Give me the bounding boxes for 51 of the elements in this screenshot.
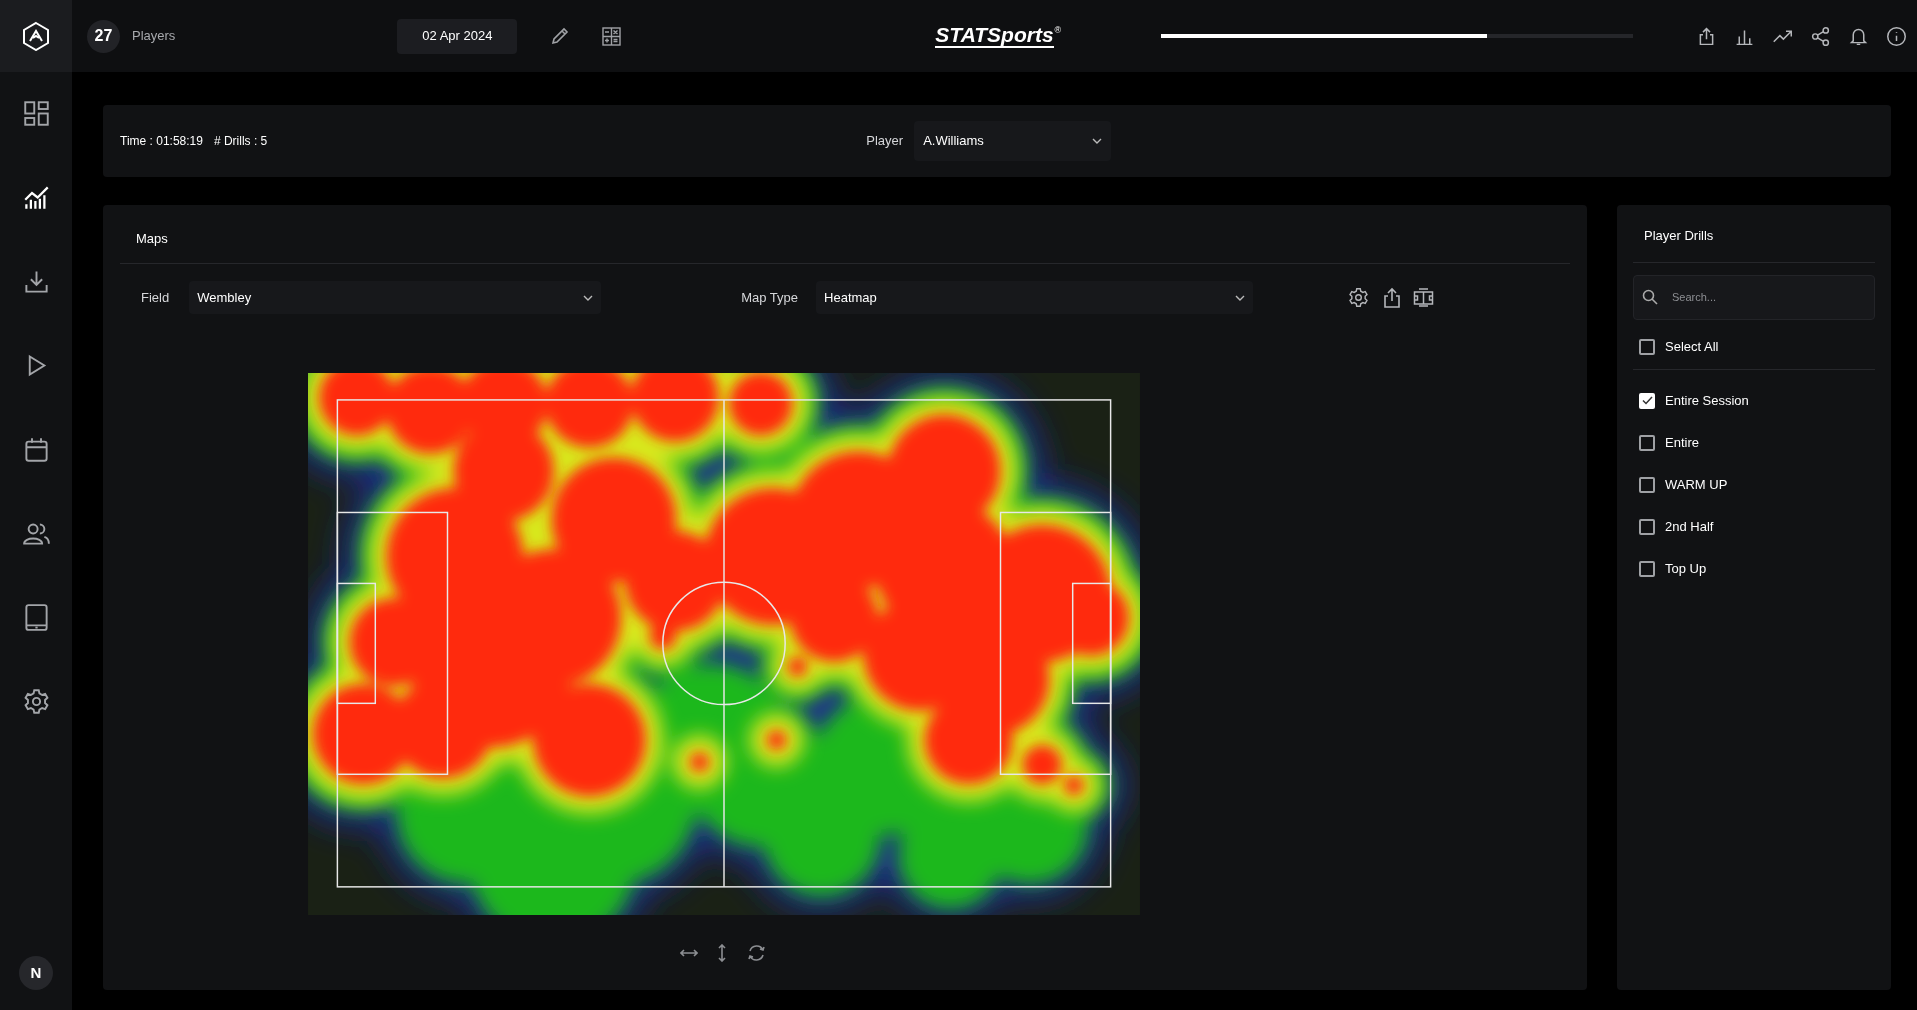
checkbox[interactable] (1639, 476, 1655, 493)
field-label: Field (141, 288, 170, 307)
chevron-down-icon (1092, 138, 1103, 144)
tablet-icon[interactable] (22, 604, 50, 631)
chevron-down-icon (583, 294, 594, 301)
share-icon[interactable] (1810, 25, 1831, 47)
download-icon[interactable] (22, 268, 50, 295)
checkbox[interactable] (1639, 560, 1655, 577)
settings-icon[interactable] (22, 688, 50, 715)
checkbox-label: Select All (1665, 337, 1719, 356)
hexagon-logo-icon (22, 21, 50, 51)
field-select[interactable]: Wembley (189, 281, 602, 314)
logo-text: STATSports (935, 24, 1054, 48)
dashboard-icon[interactable] (22, 100, 50, 127)
checkbox-label: WARM UP (1665, 475, 1728, 494)
player-count: 27 (87, 19, 120, 53)
checkbox-label: Entire Session (1665, 391, 1749, 410)
chevron-down-icon (1235, 294, 1246, 301)
checkbox[interactable] (1639, 392, 1655, 409)
info-icon[interactable] (1886, 25, 1907, 47)
checkbox-label: Top Up (1665, 559, 1707, 578)
checkbox-label: 2nd Half (1665, 517, 1714, 536)
checkbox-label: Entire (1665, 433, 1699, 452)
drill-count: # Drills : 5 (213, 133, 268, 150)
map-type-label: Map Type (741, 288, 799, 307)
search-icon (1642, 288, 1658, 305)
app-logo[interactable] (0, 0, 72, 72)
vertical-arrows-icon[interactable] (717, 943, 727, 962)
pencil-icon[interactable] (550, 26, 571, 46)
players-label: Players (132, 27, 176, 46)
horizontal-arrows-icon[interactable] (680, 947, 698, 958)
checkbox[interactable] (1639, 434, 1655, 451)
calculator-icon[interactable] (602, 26, 622, 46)
registered-mark: ® (1054, 24, 1062, 35)
checkbox[interactable] (1639, 518, 1655, 535)
user-avatar[interactable]: N (19, 956, 53, 990)
field-layout-icon[interactable] (1413, 288, 1435, 307)
panel-title: Player Drills (1644, 227, 1715, 245)
player-label: Player (866, 132, 904, 151)
search-field[interactable]: Search... (1633, 274, 1875, 320)
date-button[interactable]: 02 Apr 2024 (397, 18, 518, 54)
rotate-icon[interactable] (746, 943, 767, 962)
maps-title: Maps (136, 230, 169, 248)
line-chart-icon[interactable] (22, 184, 50, 211)
calendar-icon[interactable] (22, 436, 50, 463)
player-select[interactable]: A.Williams (914, 121, 1112, 161)
checkbox[interactable] (1639, 338, 1655, 355)
map-type-select[interactable]: Heatmap (816, 281, 1254, 314)
session-time: Time : 01:58:19 (120, 133, 203, 150)
export-icon[interactable] (1383, 287, 1402, 308)
settings-icon[interactable] (1348, 287, 1370, 308)
